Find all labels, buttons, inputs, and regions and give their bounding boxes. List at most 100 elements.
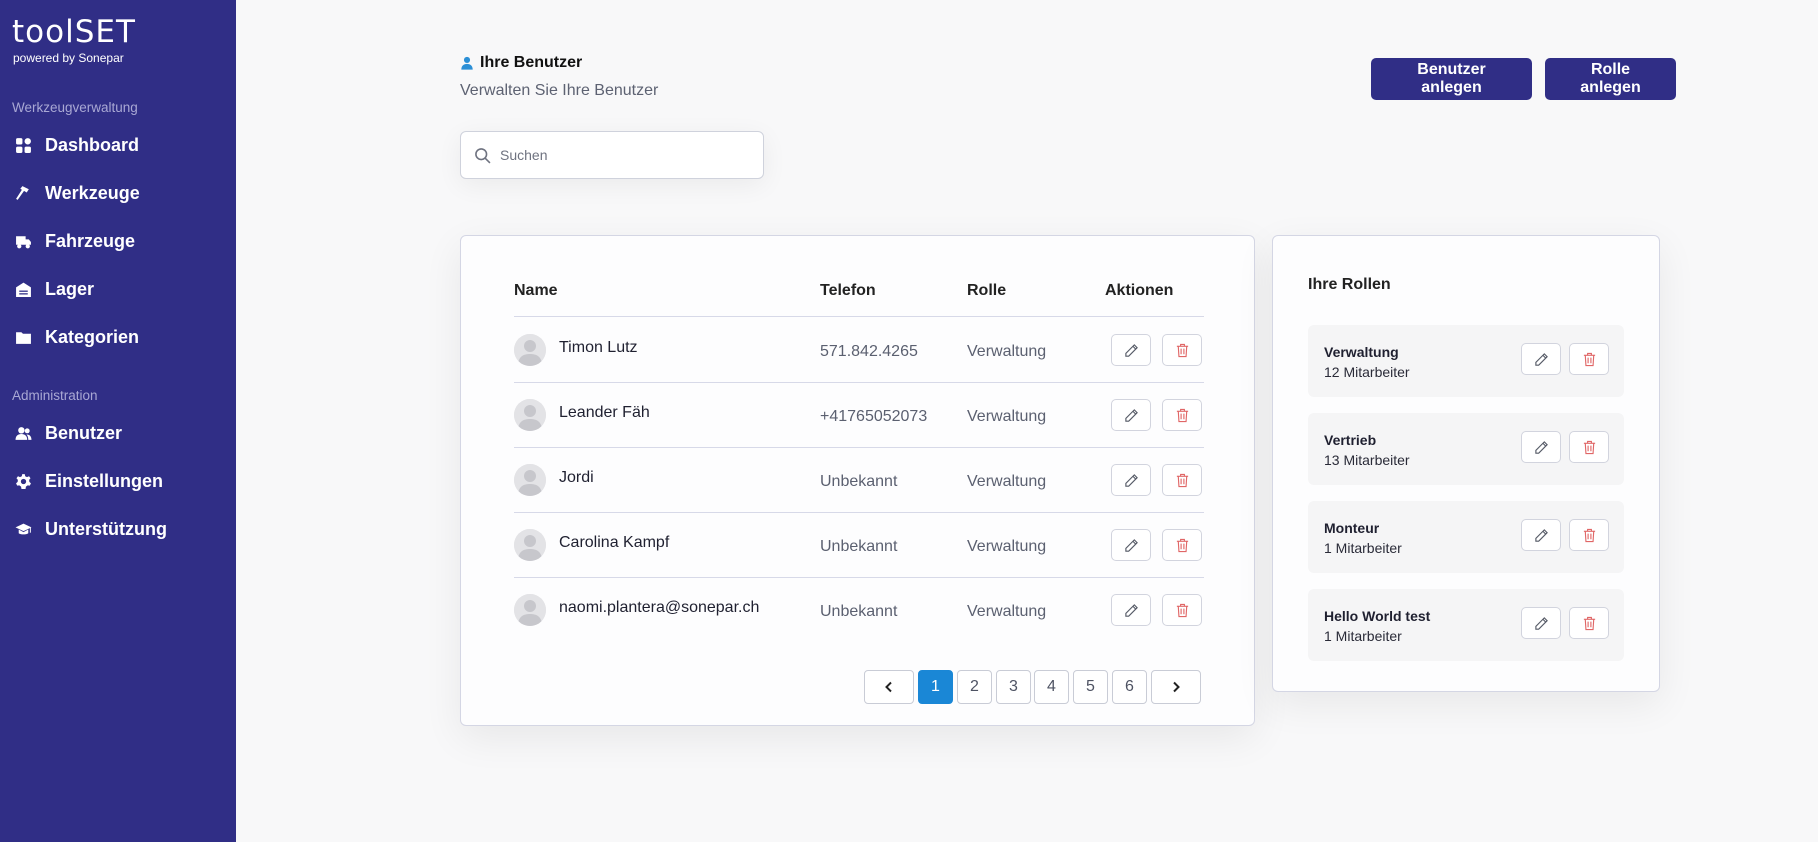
- delete-role-button[interactable]: [1569, 519, 1609, 551]
- edit-role-button[interactable]: [1521, 519, 1561, 551]
- sidebar-item-label: Kategorien: [45, 326, 140, 347]
- trash-icon: [1583, 616, 1595, 630]
- user-role: Verwaltung: [967, 538, 1047, 555]
- delete-role-button[interactable]: [1569, 431, 1609, 463]
- hammer-icon: [12, 182, 34, 204]
- pagination-prev-button[interactable]: [864, 670, 914, 704]
- page-subtitle: Verwalten Sie Ihre Benutzer: [460, 82, 659, 99]
- section-admin-heading: Administration: [12, 388, 98, 403]
- role-name: Monteur: [1324, 520, 1380, 536]
- pagination-page-5[interactable]: 5: [1073, 670, 1108, 704]
- delete-button[interactable]: [1162, 399, 1202, 431]
- avatar: [514, 594, 546, 626]
- roles-title: Ihre Rollen: [1308, 276, 1391, 293]
- user-role: Verwaltung: [967, 603, 1047, 620]
- pencil-icon: [1124, 473, 1138, 487]
- edit-button[interactable]: [1111, 594, 1151, 626]
- trash-icon: [1176, 473, 1188, 487]
- page-title-text: Ihre Benutzer: [480, 54, 583, 71]
- pagination-page-6[interactable]: 6: [1112, 670, 1147, 704]
- trash-icon: [1583, 528, 1595, 542]
- section-tools-heading: Werkzeugverwaltung: [12, 100, 138, 115]
- sidebar-item-dashboard[interactable]: Dashboard: [12, 130, 139, 160]
- grid-icon: [12, 134, 34, 156]
- add-user-button[interactable]: Benutzer anlegen: [1371, 58, 1532, 100]
- sidebar-item-lager[interactable]: Lager: [12, 274, 94, 304]
- delete-button[interactable]: [1162, 529, 1202, 561]
- role-name: Vertrieb: [1324, 432, 1377, 448]
- edit-button[interactable]: [1111, 334, 1151, 366]
- edit-role-button[interactable]: [1521, 607, 1561, 639]
- user-phone: 571.842.4265: [820, 343, 918, 360]
- user-name[interactable]: Timon Lutz: [559, 339, 638, 357]
- delete-button[interactable]: [1162, 594, 1202, 626]
- user-name[interactable]: Jordi: [559, 469, 594, 487]
- user-role: Verwaltung: [967, 473, 1047, 490]
- gear-icon: [12, 470, 34, 492]
- logo[interactable]: toolSET powered by Sonepar: [12, 16, 136, 65]
- edit-button[interactable]: [1111, 464, 1151, 496]
- sidebar-item-benutzer[interactable]: Benutzer: [12, 418, 122, 448]
- delete-role-button[interactable]: [1569, 607, 1609, 639]
- pagination-next-button[interactable]: [1151, 670, 1201, 704]
- pencil-icon: [1124, 603, 1138, 617]
- delete-role-button[interactable]: [1569, 343, 1609, 375]
- column-header-phone[interactable]: Telefon: [820, 282, 876, 300]
- role-name: Hello World test: [1324, 608, 1431, 624]
- avatar: [514, 529, 546, 561]
- pagination-page-4[interactable]: 4: [1034, 670, 1069, 704]
- role-member-count: 1 Mitarbeiter: [1324, 540, 1402, 556]
- table-row: Leander Fäh +41765052073 Verwaltung: [514, 382, 1204, 447]
- edit-role-button[interactable]: [1521, 431, 1561, 463]
- role-member-count: 12 Mitarbeiter: [1324, 364, 1410, 380]
- avatar: [514, 334, 546, 366]
- sidebar-item-einstellungen[interactable]: Einstellungen: [12, 466, 163, 496]
- search-input[interactable]: [500, 147, 740, 163]
- avatar: [514, 464, 546, 496]
- sidebar-item-label: Lager: [45, 278, 95, 299]
- edit-button[interactable]: [1111, 529, 1151, 561]
- graduation-cap-icon: [12, 518, 34, 540]
- search-box: [460, 131, 764, 179]
- pagination-page-2[interactable]: 2: [957, 670, 992, 704]
- user-phone: Unbekannt: [820, 603, 898, 620]
- sidebar-item-label: Dashboard: [45, 134, 140, 155]
- sidebar-item-label: Unterstützung: [45, 518, 167, 539]
- sidebar-item-unterstuetzung[interactable]: Unterstützung: [12, 514, 167, 544]
- pencil-icon: [1534, 528, 1548, 542]
- user-role: Verwaltung: [967, 343, 1047, 360]
- add-role-button[interactable]: Rolle anlegen: [1545, 58, 1676, 100]
- edit-button[interactable]: [1111, 399, 1151, 431]
- search-icon: [475, 147, 491, 164]
- pencil-icon: [1124, 538, 1138, 552]
- role-item: Vertrieb 13 Mitarbeiter: [1308, 413, 1624, 485]
- users-icon: [12, 422, 34, 444]
- users-table-card: Name Telefon Rolle Aktionen Timon Lutz 5…: [460, 235, 1255, 726]
- pencil-icon: [1534, 352, 1548, 366]
- delete-button[interactable]: [1162, 334, 1202, 366]
- user-icon: [461, 56, 473, 70]
- user-name[interactable]: Leander Fäh: [559, 404, 650, 422]
- user-role: Verwaltung: [967, 408, 1047, 425]
- user-name[interactable]: naomi.plantera@sonepar.ch: [559, 599, 759, 617]
- roles-card: Ihre Rollen Verwaltung 12 Mitarbeiter Ve…: [1272, 235, 1660, 692]
- pencil-icon: [1534, 440, 1548, 454]
- pencil-icon: [1534, 616, 1548, 630]
- column-header-name[interactable]: Name: [514, 282, 558, 300]
- sidebar-item-fahrzeuge[interactable]: Fahrzeuge: [12, 226, 135, 256]
- role-member-count: 1 Mitarbeiter: [1324, 628, 1402, 644]
- column-header-role[interactable]: Rolle: [967, 282, 1006, 300]
- user-name[interactable]: Carolina Kampf: [559, 534, 669, 552]
- delete-button[interactable]: [1162, 464, 1202, 496]
- pagination-page-3[interactable]: 3: [996, 670, 1031, 704]
- sidebar-item-kategorien[interactable]: Kategorien: [12, 322, 139, 352]
- table-row: Jordi Unbekannt Verwaltung: [514, 447, 1204, 512]
- sidebar: toolSET powered by Sonepar Werkzeugverwa…: [0, 0, 236, 842]
- sidebar-item-label: Fahrzeuge: [45, 230, 136, 251]
- pagination-page-1[interactable]: 1: [918, 670, 953, 704]
- table-row: Carolina Kampf Unbekannt Verwaltung: [514, 512, 1204, 577]
- role-item: Hello World test 1 Mitarbeiter: [1308, 589, 1624, 661]
- sidebar-item-label: Benutzer: [45, 422, 123, 443]
- sidebar-item-werkzeuge[interactable]: Werkzeuge: [12, 178, 140, 208]
- edit-role-button[interactable]: [1521, 343, 1561, 375]
